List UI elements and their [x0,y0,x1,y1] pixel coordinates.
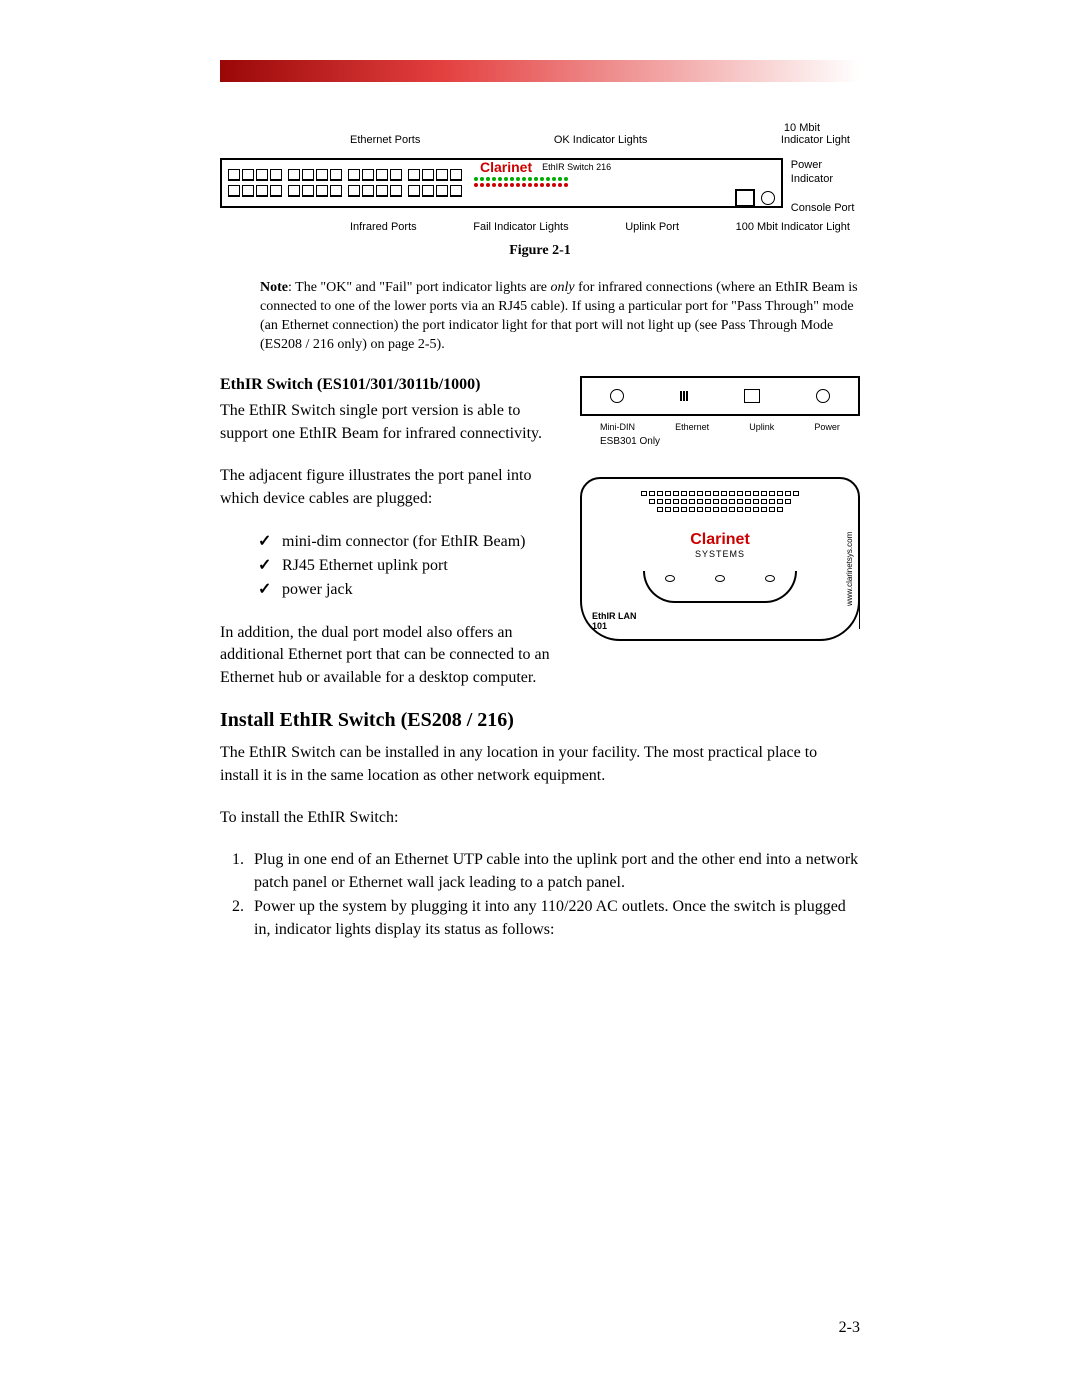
figure-216-top-annotations: 10 Mbit Ethernet Ports OK Indicator Ligh… [220,122,860,152]
note-text-1: : The "OK" and "Fail" port indicator lig… [288,280,551,295]
product-label: EthIR Switch 216 [542,162,611,172]
figure-216-right-annotations: Power Indicator Console Port [791,158,860,215]
single-port-heading: EthIR Switch (ES101/301/3011b/1000) [220,376,558,394]
device-model: EthIR LAN 101 [592,611,637,631]
device-sub: SYSTEMS [582,549,858,559]
connector-list: mini-dim connector (for EthIR Beam) RJ45… [220,530,558,602]
port-panel-figure [580,376,860,416]
figure-216-bottom-annotations: Infrared Ports Fail Indicator Lights Upl… [220,215,860,233]
label-uplink-port: Uplink Port [625,221,679,233]
esb301-note: ESB301 Only [580,436,860,447]
label-100mbit: 100 Mbit Indicator Light [736,221,850,233]
brand-clarinet: Clarinet [474,159,538,175]
page: 10 Mbit Ethernet Ports OK Indicator Ligh… [0,0,1080,1397]
note-label: Note [260,280,288,295]
single-port-para3: In addition, the dual port model also of… [220,622,558,689]
uplink-port-icon [735,189,755,207]
label-ethernet-ports: Ethernet Ports [350,134,420,146]
panel-label-power: Power [814,422,840,432]
note-block: Note: The "OK" and "Fail" port indicator… [260,279,860,355]
indicator-dots [474,177,775,181]
install-heading: Install EthIR Switch (ES208 / 216) [220,709,860,732]
label-10mbit: 10 Mbit [784,122,820,134]
panel-label-ethernet: Ethernet [675,422,709,432]
mini-din-icon [610,389,624,403]
label-indicator-light: Indicator Light [781,134,850,146]
install-steps: Plug in one end of an Ethernet UTP cable… [220,849,860,941]
bullet-mini-dim: mini-dim connector (for EthIR Beam) [258,530,558,554]
device-led-curve [643,571,797,603]
figure-216-wrapper: 10 Mbit Ethernet Ports OK Indicator Ligh… [220,122,860,233]
bullet-power-jack: power jack [258,578,558,602]
console-port-icon [761,191,775,205]
page-number: 2-3 [839,1319,860,1337]
side-figures: Mini-DIN Ethernet Uplink Power ESB301 On… [580,376,860,689]
device-grille [625,491,815,513]
label-power-indicator: Power Indicator [791,158,860,187]
install-para1: The EthIR Switch can be installed in any… [220,742,860,787]
device-side-url: www.clarinetsys.com [845,509,860,629]
label-infrared-ports: Infrared Ports [350,221,417,233]
note-only: only [551,280,575,295]
header-gradient-bar [220,60,860,82]
device-brand: Clarinet [582,531,858,549]
power-jack-icon [816,389,830,403]
panel-label-minidin: Mini-DIN [600,422,635,432]
switch-216-diagram: Clarinet EthIR Switch 216 [220,158,783,208]
single-port-para2: The adjacent figure illustrates the port… [220,465,558,510]
panel-labels-row: Mini-DIN Ethernet Uplink Power [580,422,860,432]
install-step-2: Power up the system by plugging it into … [248,896,860,941]
label-console-port: Console Port [791,201,860,215]
single-port-para1: The EthIR Switch single port version is … [220,400,558,445]
ethir-lan-device-figure: Clarinet SYSTEMS EthIR LAN 101 www.clari… [580,477,860,641]
install-step-1: Plug in one end of an Ethernet UTP cable… [248,849,860,894]
single-port-section: EthIR Switch (ES101/301/3011b/1000) The … [220,376,860,689]
label-fail-indicator: Fail Indicator Lights [473,221,568,233]
ethernet-port-icon [744,389,760,403]
figure-caption: Figure 2-1 [220,243,860,259]
panel-label-uplink: Uplink [749,422,774,432]
install-para2: To install the EthIR Switch: [220,807,860,829]
bullet-rj45: RJ45 Ethernet uplink port [258,554,558,578]
label-ok-indicator: OK Indicator Lights [554,134,648,146]
